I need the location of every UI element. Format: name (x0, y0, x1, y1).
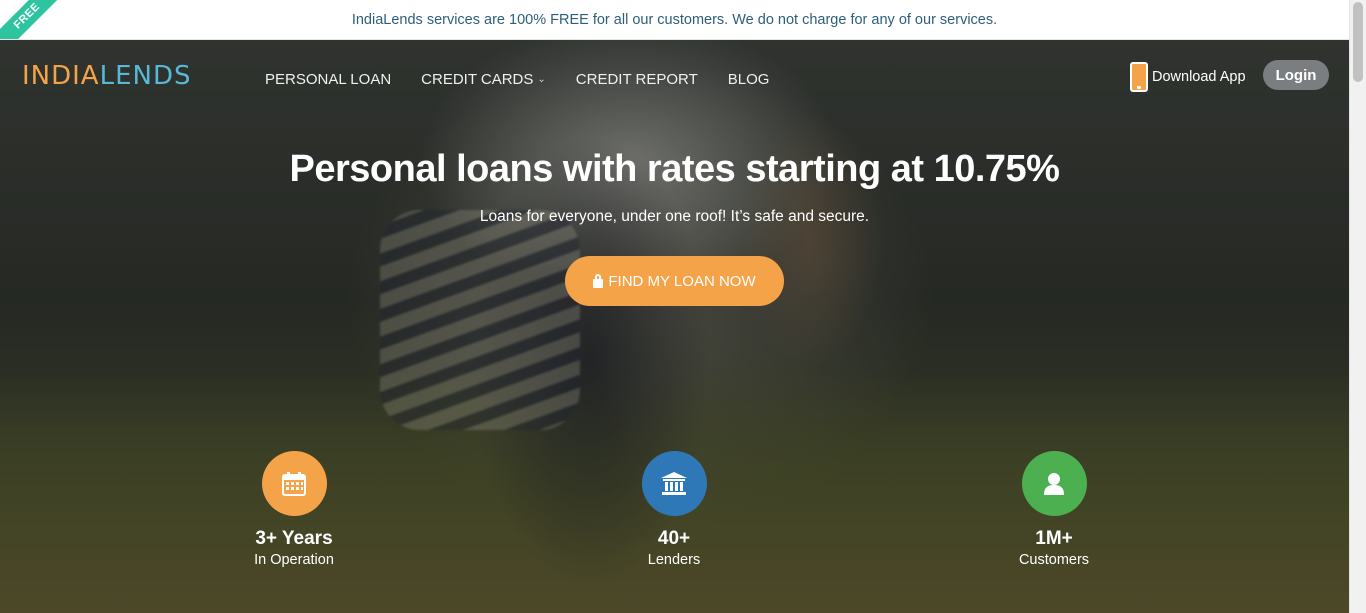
hero-section: INDIA LENDS PERSONAL LOAN CREDIT CARDS ⌄ … (0, 40, 1349, 613)
announcement-bar: FREE IndiaLends services are 100% FREE f… (0, 0, 1349, 40)
stat-value: 3+ Years (255, 528, 333, 549)
hero-headline: Personal loans with rates starting at 10… (289, 148, 1060, 190)
stat-lenders: 40+ Lenders (594, 451, 754, 568)
stat-label: Lenders (647, 552, 701, 568)
indialends-logo[interactable]: INDIA LENDS (22, 56, 191, 96)
phone-icon (1130, 62, 1148, 92)
lock-icon (593, 273, 604, 288)
page-scrollbar[interactable] (1349, 0, 1366, 613)
nav-credit-cards[interactable]: CREDIT CARDS ⌄ (421, 71, 546, 88)
stat-value: 40+ (657, 528, 691, 549)
main-nav: PERSONAL LOAN CREDIT CARDS ⌄ CREDIT REPO… (265, 71, 769, 88)
stat-years: 3+ Years In Operation (214, 451, 374, 568)
calendar-icon (261, 451, 327, 516)
stat-label: Customers (1018, 552, 1090, 568)
nav-personal-loan[interactable]: PERSONAL LOAN (265, 71, 391, 88)
login-button[interactable]: Login (1263, 60, 1329, 90)
announcement-text: IndiaLends services are 100% FREE for al… (351, 11, 998, 28)
nav-blog[interactable]: BLOG (728, 71, 770, 88)
bank-icon (641, 451, 707, 516)
stat-label: In Operation (254, 552, 334, 568)
user-icon (1021, 451, 1087, 516)
hero-subline: Loans for everyone, under one roof! It’s… (479, 208, 870, 225)
nav-credit-report[interactable]: CREDIT REPORT (576, 71, 698, 88)
scrollbar-thumb[interactable] (1353, 2, 1363, 82)
download-app-link[interactable]: Download App (1130, 62, 1246, 92)
free-ribbon: FREE (0, 0, 73, 39)
chevron-down-icon: ⌄ (537, 74, 546, 85)
find-my-loan-button[interactable]: FIND MY LOAN NOW (565, 256, 784, 306)
stat-customers: 1M+ Customers (974, 451, 1134, 568)
stat-value: 1M+ (1035, 528, 1073, 549)
